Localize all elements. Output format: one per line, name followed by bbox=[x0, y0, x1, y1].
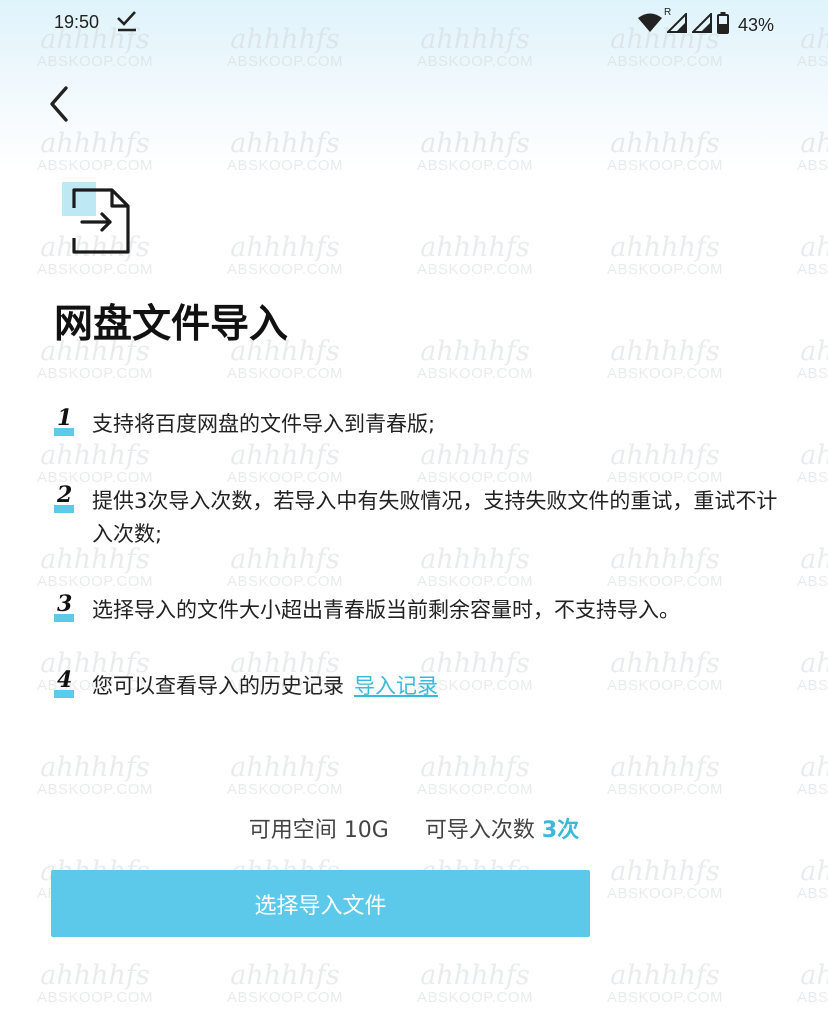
rule-text-with-link: 您可以查看导入的历史记录 导入记录 bbox=[92, 670, 792, 703]
watermark-tile: ahhhhfsABSKOOP.COM bbox=[226, 752, 344, 798]
check-icon bbox=[116, 9, 138, 38]
watermark-tile: ahhhhfsABSKOOP.COM bbox=[226, 440, 344, 486]
watermark-tile: ahhhhfsABSKOOP.COM bbox=[36, 128, 154, 174]
watermark-tile: ahhhhfsABSKOOP.COM bbox=[36, 752, 154, 798]
chevron-left-icon bbox=[50, 86, 68, 122]
watermark-tile: ahhhhfsABSKOOP.COM bbox=[606, 440, 724, 486]
watermark-tile: ahhhhfsABSKOOP.COM bbox=[796, 856, 828, 902]
signal-icon bbox=[690, 11, 712, 37]
watermark-tile: ahhhhfsABSKOOP.COM bbox=[416, 128, 534, 174]
watermark-tile: ahhhhfsABSKOOP.COM bbox=[606, 336, 724, 382]
watermark-tile: ahhhhfsABSKOOP.COM bbox=[416, 440, 534, 486]
watermark-tile: ahhhhfsABSKOOP.COM bbox=[36, 544, 154, 590]
roaming-mark: R bbox=[663, 7, 672, 18]
watermark-tile: ahhhhfsABSKOOP.COM bbox=[226, 128, 344, 174]
rule-text: 提供3次导入次数，若导入中有失败情况，支持失败文件的重试，重试不计入次数; bbox=[92, 489, 778, 546]
watermark-tile: ahhhhfsABSKOOP.COM bbox=[606, 960, 724, 1006]
status-bar: 19:50 R 43% bbox=[0, 0, 828, 48]
watermark-tile: ahhhhfsABSKOOP.COM bbox=[416, 960, 534, 1006]
watermark-tile: ahhhhfsABSKOOP.COM bbox=[226, 960, 344, 1006]
watermark-tile: ahhhhfsABSKOOP.COM bbox=[606, 752, 724, 798]
watermark-tile: ahhhhfsABSKOOP.COM bbox=[606, 856, 724, 902]
watermark-tile: ahhhhfsABSKOOP.COM bbox=[416, 336, 534, 382]
watermark-tile: ahhhhfsABSKOOP.COM bbox=[796, 960, 828, 1006]
rule-number-badge: 4 bbox=[54, 667, 80, 698]
back-button[interactable] bbox=[40, 82, 80, 126]
rule-text: 您可以查看导入的历史记录 bbox=[92, 674, 344, 698]
select-import-file-button[interactable]: 选择导入文件 bbox=[51, 870, 590, 937]
watermark-tile: ahhhhfsABSKOOP.COM bbox=[796, 336, 828, 382]
watermark-tile: ahhhhfsABSKOOP.COM bbox=[796, 544, 828, 590]
import-count-value: 3次 bbox=[541, 818, 580, 843]
watermark-tile: ahhhhfsABSKOOP.COM bbox=[796, 128, 828, 174]
battery-icon bbox=[716, 12, 729, 38]
space-value: 10G bbox=[343, 818, 389, 843]
watermark-tile: ahhhhfsABSKOOP.COM bbox=[416, 544, 534, 590]
watermark-tile: ahhhhfsABSKOOP.COM bbox=[36, 440, 154, 486]
quota-info: 可用空间 10G 可导入次数 3次 bbox=[0, 812, 828, 844]
rule-text: 支持将百度网盘的文件导入到青春版; bbox=[92, 412, 436, 436]
import-count-label: 可导入次数 bbox=[424, 818, 535, 843]
signal-icon: R bbox=[664, 7, 687, 37]
file-import-icon bbox=[62, 182, 134, 258]
page-title: 网盘文件导入 bbox=[54, 302, 289, 347]
rule-number-badge: 1 bbox=[54, 405, 80, 436]
watermark-tile: ahhhhfsABSKOOP.COM bbox=[416, 752, 534, 798]
battery-percent: 43% bbox=[737, 14, 774, 35]
rule-text: 选择导入的文件大小超出青春版当前剩余容量时，不支持导入。 bbox=[92, 598, 680, 622]
watermark-tile: ahhhhfsABSKOOP.COM bbox=[606, 544, 724, 590]
space-label: 可用空间 bbox=[248, 818, 337, 843]
watermark-tile: ahhhhfsABSKOOP.COM bbox=[416, 232, 534, 278]
watermark-tile: ahhhhfsABSKOOP.COM bbox=[226, 544, 344, 590]
status-time: 19:50 bbox=[54, 12, 100, 32]
rule-number-badge: 2 bbox=[54, 482, 80, 513]
status-icons: R 43% bbox=[637, 7, 774, 38]
wifi-icon bbox=[637, 13, 662, 37]
rule-number-badge: 3 bbox=[54, 591, 80, 622]
watermark-tile: ahhhhfsABSKOOP.COM bbox=[226, 232, 344, 278]
watermark-tile: ahhhhfsABSKOOP.COM bbox=[796, 440, 828, 486]
watermark-tile: ahhhhfsABSKOOP.COM bbox=[796, 752, 828, 798]
watermark-tile: ahhhhfsABSKOOP.COM bbox=[606, 232, 724, 278]
import-history-link[interactable]: 导入记录 bbox=[354, 674, 438, 698]
watermark-tile: ahhhhfsABSKOOP.COM bbox=[606, 128, 724, 174]
watermark-tile: ahhhhfsABSKOOP.COM bbox=[796, 232, 828, 278]
watermark-tile: ahhhhfsABSKOOP.COM bbox=[36, 960, 154, 1006]
